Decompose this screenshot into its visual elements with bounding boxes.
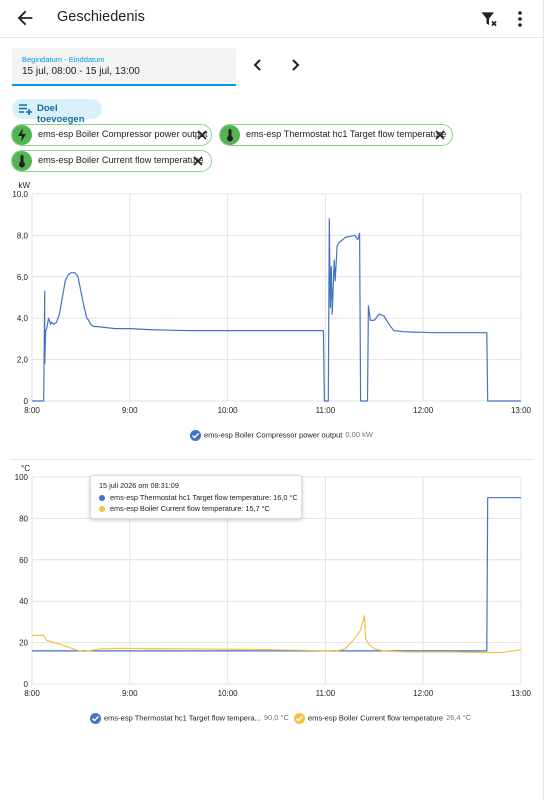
checkbox-icon [90,713,101,724]
x-tick-label: 11:00 [316,689,336,698]
y-tick-label: 10,0 [12,190,28,199]
thermometer-icon [220,125,240,145]
legend-value: 26,4 °C [446,713,472,723]
x-tick-label: 10:00 [218,689,239,698]
playlist-add-icon [19,104,32,115]
flash-icon [12,125,32,145]
y-axis-unit: °C [21,464,30,473]
x-tick-label: 11:00 [316,406,336,415]
add-target-button[interactable]: Doel toevoegen [12,99,102,125]
series-line-1-0[interactable] [32,497,521,652]
x-tick-label: 12:00 [413,689,434,698]
y-tick-label: 2,0 [17,356,29,365]
x-tick-label: 12:00 [413,406,434,415]
y-tick-label: 20 [19,639,28,648]
date-range-value: 15 jul, 08:00 - 15 jul, 13:00 [22,66,140,77]
close-icon[interactable] [192,155,204,167]
y-tick-label: 80 [19,514,28,523]
target-chip[interactable]: ems-esp Boiler Compressor power output [11,124,212,146]
legend-label: ems-esp Boiler Current flow temperature [308,713,444,723]
y-tick-label: 0 [24,397,29,406]
tooltip-row: ems-esp Boiler Current flow temperature:… [99,504,270,513]
x-tick-label: 9:00 [122,689,138,698]
date-range-field[interactable]: Begindatum - Einddatum 15 jul, 08:00 - 1… [12,48,236,86]
y-tick-label: 0 [24,680,29,689]
chart-tooltip: 15 juli 2026 om 08:31:09 ems-esp Thermos… [90,475,302,519]
y-axis-unit: kW [18,181,30,190]
legend-value: 90,0 °C [263,713,289,723]
chip-label: ems-esp Boiler Compressor power output [38,129,208,139]
legend-label: ems-esp Boiler Compressor power output [204,430,343,440]
target-chip[interactable]: ems-esp Thermostat hc1 Target flow tempe… [219,124,453,146]
y-tick-label: 6,0 [17,273,29,282]
y-tick-label: 60 [19,556,28,565]
chip-label: ems-esp Thermostat hc1 Target flow tempe… [246,129,447,139]
divider [10,459,534,460]
close-icon[interactable] [434,129,446,141]
legend-item-target-flow[interactable]: ems-esp Thermostat hc1 Target flow tempe… [90,713,289,724]
legend-item-compressor-power[interactable]: ems-esp Boiler Compressor power output 0,… [190,430,373,441]
filter-remove-icon[interactable] [479,9,499,29]
thermometer-icon [12,151,32,171]
legend-item-current-flow[interactable]: ems-esp Boiler Current flow temperature 2… [294,713,471,724]
add-target-label: Doel toevoegen [37,103,85,125]
y-tick-label: 4,0 [17,314,29,323]
x-tick-label: 13:00 [511,406,532,415]
top-app-bar: Geschiedenis [0,0,544,38]
series-line-1-1[interactable] [32,615,522,654]
more-vertical-icon[interactable] [512,9,528,29]
checkbox-icon [190,430,201,441]
checkbox-icon [294,713,305,724]
back-arrow-icon[interactable] [14,7,36,29]
chevron-left-icon[interactable] [250,57,266,73]
y-tick-label: 100 [15,473,29,482]
x-tick-label: 9:00 [122,406,138,415]
x-tick-label: 10:00 [218,406,239,415]
x-tick-label: 13:00 [511,689,532,698]
dot-icon [99,506,105,513]
y-tick-label: 8,0 [17,231,29,240]
series-line-0-0[interactable] [32,218,521,402]
tooltip-row: ems-esp Thermostat hc1 Target flow tempe… [99,493,298,502]
page-title: Geschiedenis [57,9,145,25]
chevron-right-icon[interactable] [287,57,303,73]
close-icon[interactable] [196,129,208,141]
tooltip-row-text: ems-esp Thermostat hc1 Target flow tempe… [110,493,298,502]
y-tick-label: 40 [19,597,28,606]
power-chart[interactable]: 0 2,0 4,0 6,0 8,0 10,0 8:00 9:00 10:00 11:00 12:00… [0,180,544,450]
legend-label: ems-esp Thermostat hc1 Target flow tempe… [104,713,261,723]
chip-label: ems-esp Boiler Current flow temperature [38,155,204,165]
tooltip-row-text: ems-esp Boiler Current flow temperature:… [110,504,270,513]
target-chip[interactable]: ems-esp Boiler Current flow temperature [11,150,212,172]
date-range-label: Begindatum - Einddatum [22,55,105,64]
dot-icon [99,495,105,502]
x-tick-label: 8:00 [24,689,40,698]
x-tick-label: 8:00 [24,406,40,415]
tooltip-title: 15 juli 2026 om 08:31:09 [99,481,179,490]
legend-value: 0,00 kW [345,430,373,440]
